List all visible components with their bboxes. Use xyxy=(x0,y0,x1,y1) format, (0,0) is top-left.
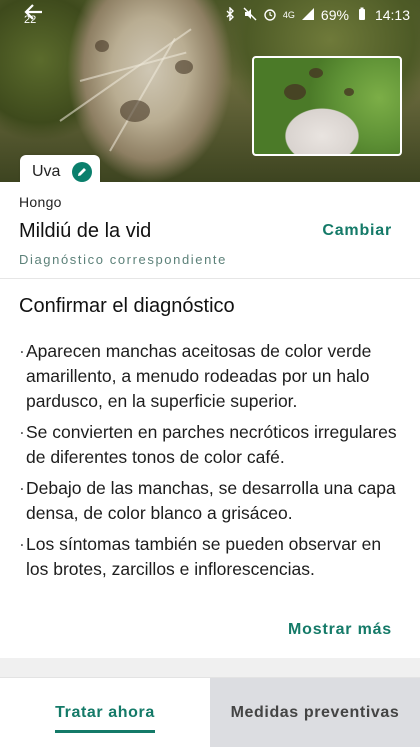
status-bar: 22 4G 69% 14:13 xyxy=(0,0,420,30)
symptom-text: Se convierten en parches necróticos irre… xyxy=(26,422,397,467)
leaf-thumbnail[interactable] xyxy=(252,56,402,156)
network-type: 4G xyxy=(282,10,295,20)
alarm-icon xyxy=(263,7,277,24)
back-arrow-icon[interactable] xyxy=(22,0,46,24)
diagnosis-subtitle: Diagnóstico correspondiente xyxy=(19,252,227,267)
confirm-heading: Confirmar el diagnóstico xyxy=(19,295,235,317)
symptom-list: · Aparecen manchas aceitosas de color ver… xyxy=(19,339,404,588)
diagnosis-card: Hongo Mildiú de la vid Diagnóstico corre… xyxy=(0,182,420,278)
confirm-section: Confirmar el diagnóstico · Aparecen manch… xyxy=(0,278,420,658)
active-tab-indicator xyxy=(55,730,155,733)
clock-time: 14:13 xyxy=(374,7,410,23)
bluetooth-icon xyxy=(223,6,237,24)
pencil-icon[interactable] xyxy=(72,162,92,182)
diagnosis-category: Hongo xyxy=(19,194,62,210)
list-item: · Debajo de las manchas, se desarrolla un… xyxy=(19,476,404,526)
bottom-tabs: Tratar ahora Medidas preventivas xyxy=(0,677,420,747)
show-more-button[interactable]: Mostrar más xyxy=(288,621,392,639)
list-item: · Los síntomas también se pueden observar… xyxy=(19,532,404,582)
diagnosis-name: Mildiú de la vid xyxy=(19,220,152,242)
battery-icon xyxy=(355,7,369,24)
crop-label: Uva xyxy=(32,163,61,180)
tab-label: Tratar ahora xyxy=(55,703,155,721)
list-item: · Aparecen manchas aceitosas de color ver… xyxy=(19,339,404,414)
tab-treat-now[interactable]: Tratar ahora xyxy=(0,678,210,747)
tab-label: Medidas preventivas xyxy=(230,703,400,721)
symptom-text: Los síntomas también se pueden observar … xyxy=(26,534,382,579)
battery-text: 69% xyxy=(320,7,349,23)
mute-icon xyxy=(243,7,257,24)
tab-preventive-measures[interactable]: Medidas preventivas xyxy=(210,678,420,747)
symptom-text: Aparecen manchas aceitosas de color verd… xyxy=(26,341,372,411)
signal-icon xyxy=(301,7,315,24)
symptom-text: Debajo de las manchas, se desarrolla una… xyxy=(26,478,396,523)
change-button[interactable]: Cambiar xyxy=(322,222,392,240)
list-item: · Se convierten en parches necróticos irr… xyxy=(19,420,404,470)
